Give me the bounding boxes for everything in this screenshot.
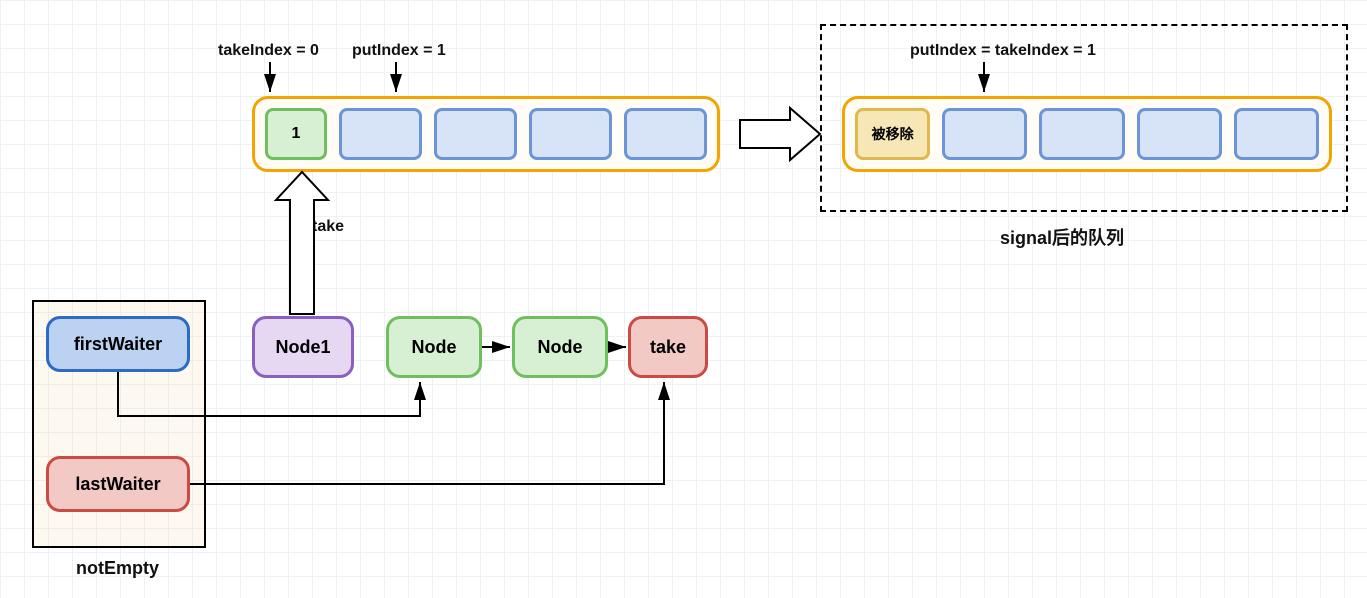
take-up-arrow: [276, 172, 328, 314]
take-arrow-label: take: [312, 218, 344, 236]
put-index-label: putIndex = 1: [352, 42, 446, 60]
combined-index-label: putIndex = takeIndex = 1: [910, 42, 1096, 60]
left-cell-0: 1: [265, 108, 327, 160]
left-array: 1: [252, 96, 720, 172]
left-cell-3: [529, 108, 612, 160]
right-cell-0: 被移除: [855, 108, 930, 160]
right-array: 被移除: [842, 96, 1332, 172]
right-cell-4: [1234, 108, 1319, 160]
not-empty-caption: notEmpty: [76, 558, 159, 579]
first-waiter-box: firstWaiter: [46, 316, 190, 372]
transition-arrow: [740, 108, 820, 160]
signal-queue-caption: signal后的队列: [1000, 224, 1124, 250]
take-node: take: [628, 316, 708, 378]
right-cell-1: [942, 108, 1027, 160]
last-waiter-box: lastWaiter: [46, 456, 190, 512]
left-cell-1: [339, 108, 422, 160]
node-1: Node1: [252, 316, 354, 378]
node-b: Node: [512, 316, 608, 378]
right-cell-3: [1137, 108, 1222, 160]
left-cell-2: [434, 108, 517, 160]
take-index-label: takeIndex = 0: [218, 42, 319, 60]
right-cell-2: [1039, 108, 1124, 160]
left-cell-4: [624, 108, 707, 160]
node-a: Node: [386, 316, 482, 378]
